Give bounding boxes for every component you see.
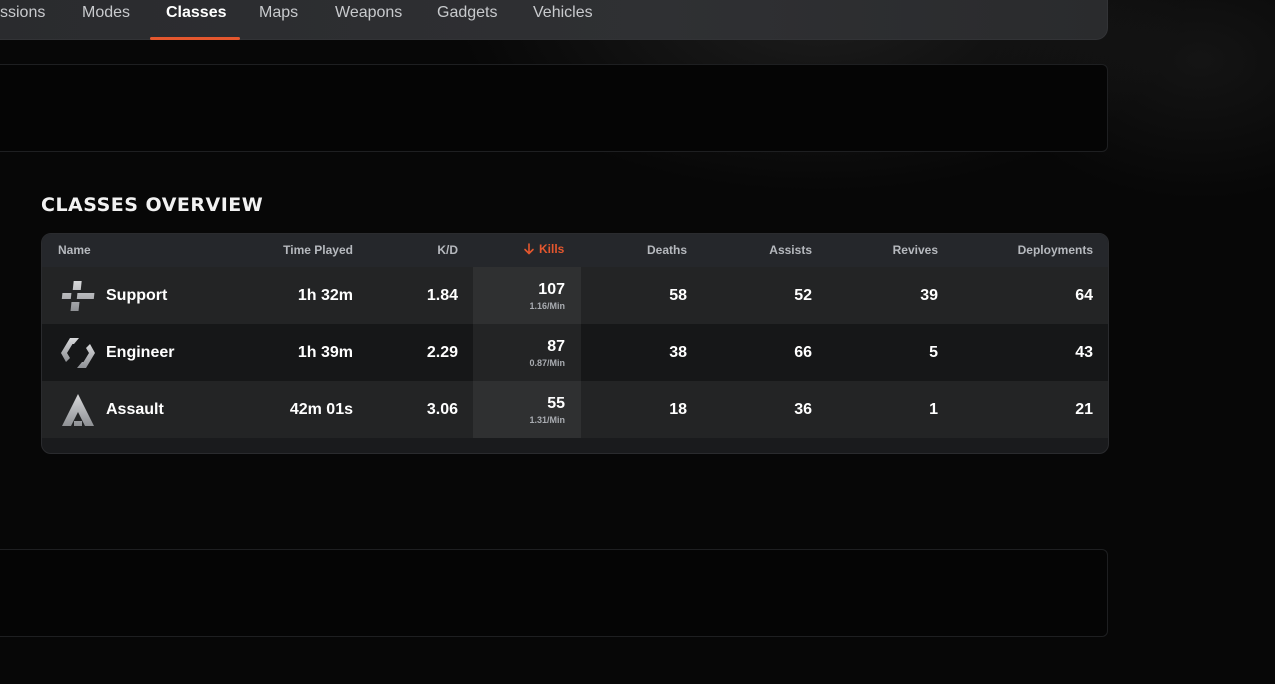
column-kills[interactable]: Kills <box>523 242 564 256</box>
tab-maps[interactable]: Maps <box>259 4 298 40</box>
summary-panel <box>0 64 1108 152</box>
tab-weapons[interactable]: Weapons <box>335 4 402 40</box>
engineer-class-icon <box>61 338 95 368</box>
lower-panel <box>0 549 1108 637</box>
table-row[interactable]: Engineer 1h 39m 2.29 87 0.87/Min 38 66 5… <box>42 324 1108 381</box>
tab-classes[interactable]: Classes <box>166 4 227 40</box>
column-deaths[interactable]: Deaths <box>607 243 687 257</box>
class-name: Assault <box>106 401 164 418</box>
class-name: Support <box>106 287 168 304</box>
deaths-value: 18 <box>669 401 687 418</box>
kills-value: 87 <box>547 338 565 355</box>
kills-value: 55 <box>547 395 565 412</box>
assault-class-icon <box>62 394 94 426</box>
deaths-value: 38 <box>669 344 687 361</box>
kills-per-min: 1.16/Min <box>529 301 565 311</box>
kd-value: 2.29 <box>426 344 458 361</box>
table-header: Name Time Played K/D Kills Deaths Assist… <box>42 234 1108 268</box>
time-played-value: 1h 39m <box>297 344 353 361</box>
tab-modes[interactable]: Modes <box>82 4 130 40</box>
deployments-value: 21 <box>1075 401 1093 418</box>
kills-per-min: 0.87/Min <box>529 358 565 368</box>
section-title: CLASSES OVERVIEW <box>41 194 264 216</box>
column-name[interactable]: Name <box>58 243 91 257</box>
table-row[interactable]: Support 1h 32m 1.84 107 1.16/Min 58 52 3… <box>42 267 1108 324</box>
time-played-value: 1h 32m <box>297 287 353 304</box>
kd-value: 3.06 <box>426 401 458 418</box>
assists-value: 52 <box>794 287 812 304</box>
table-row[interactable]: Assault 42m 01s 3.06 55 1.31/Min 18 36 1… <box>42 381 1108 438</box>
deployments-value: 64 <box>1075 287 1093 304</box>
class-name: Engineer <box>106 344 175 361</box>
column-time-played[interactable]: Time Played <box>252 243 353 257</box>
revives-value: 1 <box>929 401 938 418</box>
column-revives[interactable]: Revives <box>858 243 938 257</box>
revives-value: 39 <box>920 287 938 304</box>
kills-value: 107 <box>538 281 565 298</box>
revives-value: 5 <box>929 344 938 361</box>
tab-sessions[interactable]: ssions <box>0 4 45 40</box>
arrow-down-icon <box>524 243 534 255</box>
time-played-value: 42m 01s <box>289 401 353 418</box>
column-assists[interactable]: Assists <box>732 243 812 257</box>
deaths-value: 58 <box>669 287 687 304</box>
kills-per-min: 1.31/Min <box>529 415 565 425</box>
column-deployments[interactable]: Deployments <box>993 243 1093 257</box>
kd-value: 1.84 <box>426 287 458 304</box>
tab-gadgets[interactable]: Gadgets <box>437 4 497 40</box>
assists-value: 66 <box>794 344 812 361</box>
column-kills-label: Kills <box>539 242 565 256</box>
tab-vehicles[interactable]: Vehicles <box>533 4 593 40</box>
deployments-value: 43 <box>1075 344 1093 361</box>
active-tab-indicator <box>150 37 240 40</box>
support-class-icon <box>61 281 95 311</box>
assists-value: 36 <box>794 401 812 418</box>
column-kd[interactable]: K/D <box>398 243 458 257</box>
classes-table: Name Time Played K/D Kills Deaths Assist… <box>41 233 1109 454</box>
